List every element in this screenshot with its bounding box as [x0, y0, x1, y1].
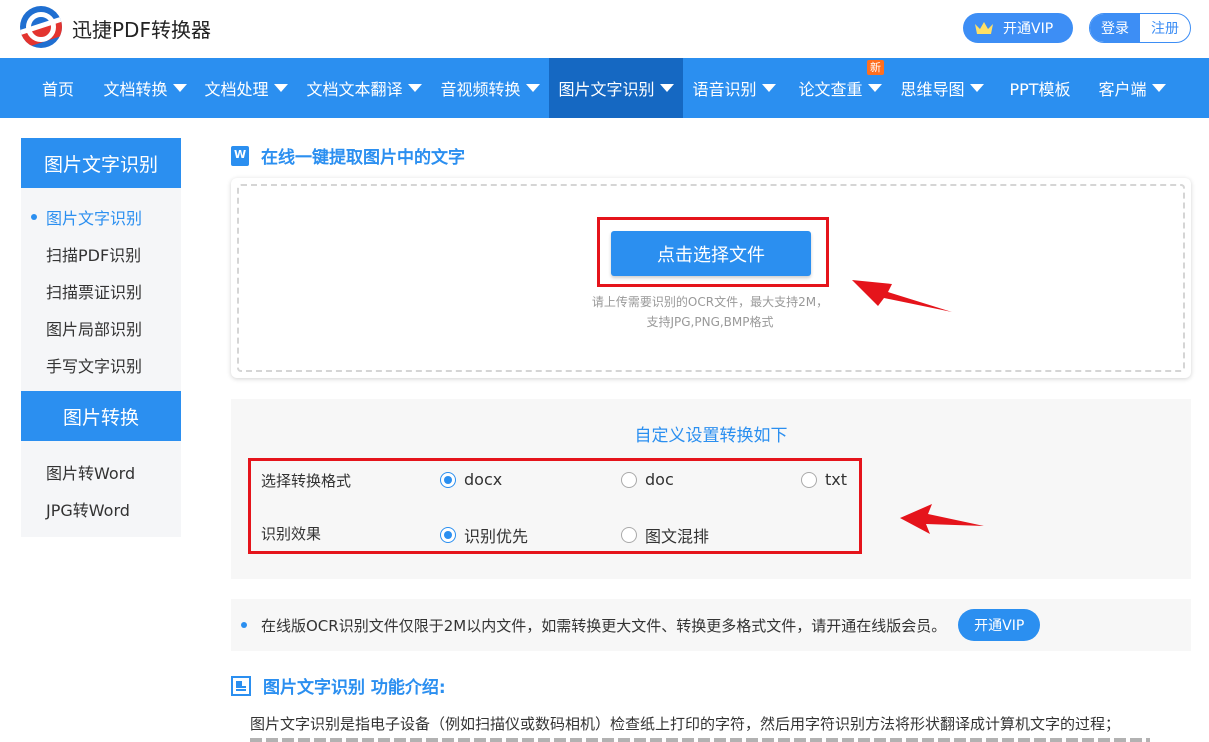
notice-text: 在线版OCR识别文件仅限于2M以内文件，如需转换更大文件、转换更多格式文件，请开… [261, 616, 947, 635]
nav-item-doc-process[interactable]: 文档处理 [198, 58, 294, 118]
format-radio-doc[interactable]: doc [621, 470, 674, 489]
sidebar: 图片文字识别 图片文字识别 扫描PDF识别 扫描票证识别 图片局部识别 手写文字… [21, 138, 181, 537]
radio-label: 图文混排 [645, 527, 710, 546]
logo-icon[interactable] [20, 6, 62, 48]
settings-title: 自定义设置转换如下 [634, 426, 788, 446]
nav-item-plagiarism[interactable]: 论文查重新 [788, 58, 892, 118]
nav-item-ocr[interactable]: 图片文字识别 [549, 58, 683, 118]
word-doc-icon [231, 145, 249, 166]
radio-checked-icon [440, 527, 456, 543]
radio-label: docx [464, 470, 503, 489]
sidebar-item-scan-pdf[interactable]: 扫描PDF识别 [21, 235, 181, 272]
radio-label: doc [645, 470, 674, 489]
caret-down-icon [761, 84, 776, 92]
nav-label: 思维导图 [900, 80, 965, 99]
upload-hint-line2: 支持JPG,PNG,BMP格式 [646, 315, 774, 329]
nav-label: 文档文本翻译 [306, 80, 403, 99]
caret-down-icon [969, 84, 984, 92]
sidebar-item-jpg-to-word[interactable]: JPG转Word [21, 490, 181, 527]
login-button[interactable]: 登录 [1090, 14, 1140, 42]
intro-title-text: 图片文字识别 功能介绍: [263, 678, 446, 698]
red-arrow-icon [852, 280, 952, 312]
nav-label: 首页 [41, 80, 74, 99]
article-icon [231, 675, 251, 696]
auth-group: 登录 注册 [1089, 13, 1191, 43]
effect-label: 识别效果 [261, 525, 322, 543]
open-vip-button[interactable]: 开通VIP [963, 13, 1073, 43]
sidebar-item-handwriting[interactable]: 手写文字识别 [21, 346, 181, 383]
sidebar-group-ocr-title: 图片文字识别 [21, 138, 181, 188]
nav-label: 语音识别 [692, 80, 757, 99]
sidebar-item-partial-ocr[interactable]: 图片局部识别 [21, 309, 181, 346]
choose-file-button[interactable]: 点击选择文件 [611, 231, 811, 276]
effect-radio-recognition-first[interactable]: 识别优先 [440, 523, 528, 547]
bullet-dot-icon [241, 622, 247, 628]
brand-name[interactable]: 迅捷PDF转换器 [72, 14, 211, 43]
caret-down-icon [867, 84, 882, 92]
nav-label: 音视频转换 [440, 80, 521, 99]
caret-down-icon [525, 84, 540, 92]
radio-checked-icon [440, 471, 456, 488]
section-title: 在线一键提取图片中的文字 [231, 143, 465, 168]
sidebar-item-scan-ticket[interactable]: 扫描票证识别 [21, 272, 181, 309]
notice-bar: 在线版OCR识别文件仅限于2M以内文件，如需转换更大文件、转换更多格式文件，请开… [231, 599, 1191, 651]
nav-item-translate[interactable]: 文档文本翻译 [300, 58, 428, 118]
intro-paragraph-cutoff [250, 738, 1195, 742]
radio-unchecked-icon [621, 527, 637, 543]
effect-radio-mixed-layout[interactable]: 图文混排 [621, 523, 709, 547]
format-radio-docx[interactable]: docx [440, 470, 502, 489]
top-header: 迅捷PDF转换器 开通VIP 登录 注册 [0, 0, 1209, 58]
radio-unchecked-icon [801, 471, 817, 488]
nav-label: 文档转换 [103, 80, 168, 99]
sidebar-group-ocr: 图片文字识别 扫描PDF识别 扫描票证识别 图片局部识别 手写文字识别 [21, 188, 181, 391]
radio-label: txt [825, 470, 848, 489]
sidebar-group-image: 图片转Word JPG转Word [21, 441, 181, 537]
open-vip-label: 开通VIP [1003, 21, 1054, 37]
upload-hint-line1: 请上传需要识别的OCR文件，最大支持2M， [591, 295, 829, 309]
format-radio-txt[interactable]: txt [801, 470, 847, 489]
sidebar-item-image-to-word[interactable]: 图片转Word [21, 453, 181, 490]
main-nav: 首页 文档转换 文档处理 文档文本翻译 音视频转换 图片文字识别 语音识别 论文… [0, 58, 1209, 118]
nav-item-mindmap[interactable]: 思维导图 [892, 58, 992, 118]
radio-label: 识别优先 [464, 527, 529, 546]
nav-item-client[interactable]: 客户端 [1090, 58, 1174, 118]
nav-item-av-convert[interactable]: 音视频转换 [434, 58, 546, 118]
intro-title: 图片文字识别 功能介绍: [231, 673, 446, 698]
notice-open-vip-button[interactable]: 开通VIP [958, 609, 1041, 641]
register-button[interactable]: 注册 [1140, 14, 1190, 42]
nav-label: PPT模板 [1009, 80, 1071, 99]
caret-down-icon [172, 84, 187, 92]
nav-item-ppt[interactable]: PPT模板 [998, 58, 1082, 118]
nav-item-home[interactable]: 首页 [22, 58, 94, 118]
nav-label: 论文查重 [798, 80, 863, 99]
crown-icon [973, 20, 995, 36]
new-badge: 新 [867, 60, 884, 75]
caret-down-icon [1151, 84, 1166, 92]
nav-label: 文档处理 [204, 80, 269, 99]
nav-label: 图片文字识别 [558, 80, 655, 99]
nav-label: 客户端 [1098, 80, 1147, 99]
radio-unchecked-icon [621, 471, 637, 488]
sidebar-group-image-title: 图片转换 [21, 391, 181, 441]
format-label: 选择转换格式 [261, 472, 352, 490]
caret-down-icon [407, 84, 422, 92]
section-title-text: 在线一键提取图片中的文字 [261, 148, 465, 168]
caret-down-icon [659, 84, 674, 92]
red-arrow-icon [900, 504, 984, 534]
nav-item-speech[interactable]: 语音识别 [686, 58, 782, 118]
intro-paragraph: 图片文字识别是指电子设备（例如扫描仪或数码相机）检查纸上打印的字符，然后用字符识… [250, 715, 1121, 733]
nav-item-doc-convert[interactable]: 文档转换 [96, 58, 194, 118]
caret-down-icon [273, 84, 288, 92]
sidebar-item-image-ocr[interactable]: 图片文字识别 [21, 198, 181, 235]
